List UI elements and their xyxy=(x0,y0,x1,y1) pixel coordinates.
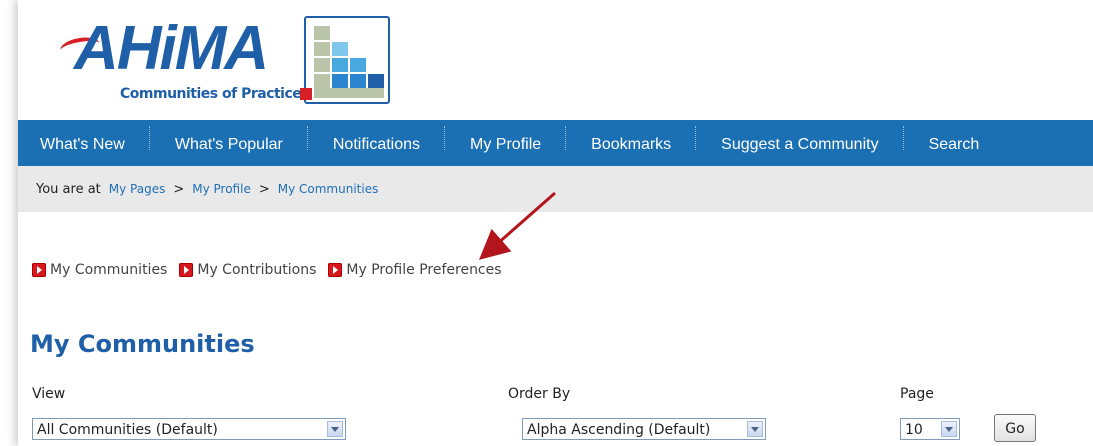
logo-wordmark: AHiMA xyxy=(74,14,269,83)
page-size-select-value: 10 xyxy=(905,422,923,438)
order-by-label: Order By xyxy=(508,386,571,402)
sublink-label: My Profile Preferences xyxy=(346,262,502,278)
red-play-icon xyxy=(328,263,343,277)
breadcrumb-my-communities[interactable]: My Communities xyxy=(278,182,379,196)
breadcrumb: You are at My Pages > My Profile > My Co… xyxy=(18,166,1093,212)
breadcrumb-my-profile[interactable]: My Profile xyxy=(192,182,251,196)
nav-my-profile[interactable]: My Profile xyxy=(446,120,565,166)
ahima-logo[interactable]: AHiMA Communities of Practice xyxy=(38,10,393,110)
nav-notifications[interactable]: Notifications xyxy=(309,120,444,166)
red-play-icon xyxy=(32,263,46,277)
sublink-label: My Contributions xyxy=(197,262,317,278)
sublink-my-communities[interactable]: My Communities xyxy=(32,262,167,278)
nav-search[interactable]: Search xyxy=(905,120,1004,166)
chevron-down-icon[interactable] xyxy=(941,421,957,437)
page-frame: AHiMA Communities of Practice What's New… xyxy=(18,0,1093,446)
sublink-label: My Communities xyxy=(50,262,168,278)
main-nav: What's New What's Popular Notifications … xyxy=(18,120,1093,166)
chevron-down-icon[interactable] xyxy=(747,421,763,437)
sublink-my-contributions[interactable]: My Contributions xyxy=(179,262,316,278)
logo-tagline: Communities of Practice xyxy=(120,86,302,102)
page-label: Page xyxy=(900,386,934,402)
breadcrumb-my-pages[interactable]: My Pages xyxy=(109,182,166,196)
breadcrumb-separator: > xyxy=(173,181,185,197)
nav-bookmarks[interactable]: Bookmarks xyxy=(567,120,695,166)
profile-sublinks: My Communities My Contributions My Profi… xyxy=(32,262,514,278)
nav-whats-new[interactable]: What's New xyxy=(18,120,149,166)
page-size-select[interactable]: 10 xyxy=(900,418,960,440)
red-play-icon xyxy=(179,263,194,277)
breadcrumb-lead: You are at xyxy=(36,181,101,197)
breadcrumb-separator: > xyxy=(258,181,270,197)
go-button[interactable]: Go xyxy=(994,414,1036,442)
nav-suggest-community[interactable]: Suggest a Community xyxy=(697,120,902,166)
chevron-down-icon[interactable] xyxy=(327,421,343,437)
order-by-select[interactable]: Alpha Ascending (Default) xyxy=(522,418,766,440)
nav-whats-popular[interactable]: What's Popular xyxy=(151,120,307,166)
page-title: My Communities xyxy=(30,330,255,358)
view-label: View xyxy=(32,386,66,402)
logo-blocks-graphic xyxy=(300,16,390,104)
view-select[interactable]: All Communities (Default) xyxy=(32,418,346,440)
view-select-value: All Communities (Default) xyxy=(37,422,218,438)
sublink-my-profile-preferences[interactable]: My Profile Preferences xyxy=(328,262,502,278)
order-by-select-value: Alpha Ascending (Default) xyxy=(527,422,711,438)
